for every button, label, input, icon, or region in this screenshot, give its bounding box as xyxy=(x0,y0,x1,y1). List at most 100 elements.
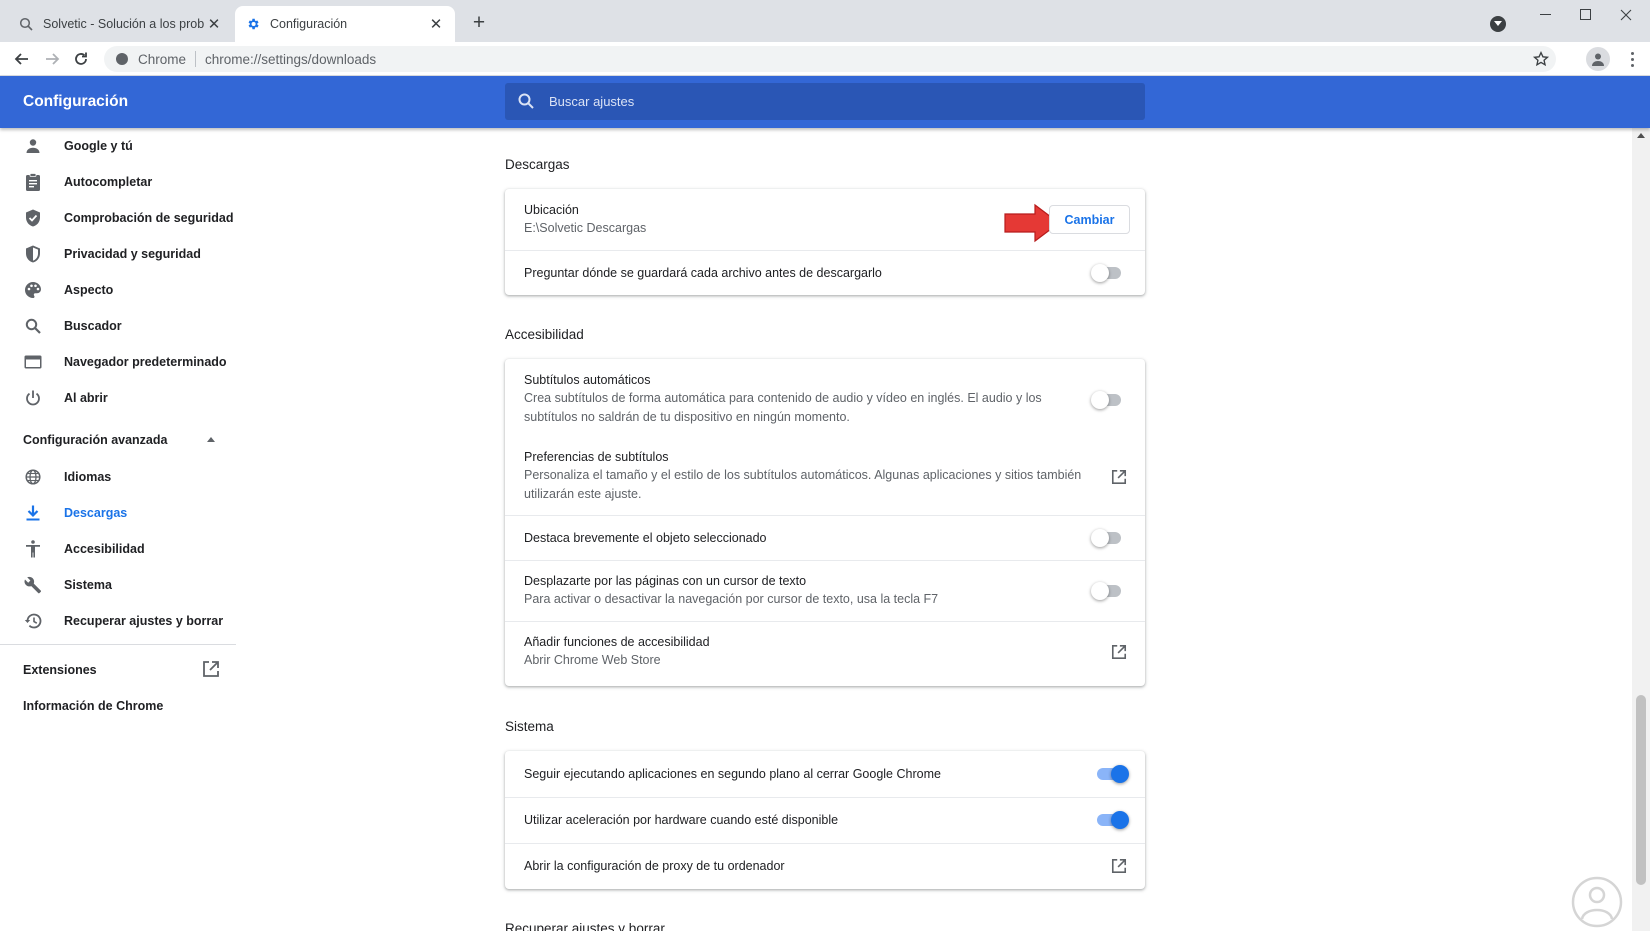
download-icon xyxy=(23,503,43,523)
sidebar-item-search-engine[interactable]: Buscador xyxy=(0,308,236,344)
ask-toggle[interactable] xyxy=(1091,264,1123,282)
scroll-up-arrow-icon[interactable] xyxy=(1637,133,1645,138)
shield-check-icon xyxy=(23,208,43,228)
sidebar-item-languages[interactable]: Idiomas xyxy=(0,459,236,495)
hw-accel-toggle[interactable] xyxy=(1097,811,1129,829)
sidebar-item-safety-check[interactable]: Comprobación de seguridad xyxy=(0,200,236,236)
tab-strip: Solvetic - Solución a los problem ✕ Conf… xyxy=(0,0,1650,42)
close-tab-icon[interactable]: ✕ xyxy=(427,15,445,33)
caption-prefs-label: Preferencias de subtítulos xyxy=(524,450,669,464)
shield-half-icon xyxy=(23,244,43,264)
sidebar-item-system[interactable]: Sistema xyxy=(0,567,236,603)
solvetic-logo-watermark xyxy=(1571,876,1623,928)
caret-desc: Para activar o desactivar la navegación … xyxy=(524,592,939,606)
tab-search-icon[interactable] xyxy=(1490,16,1506,32)
back-icon[interactable] xyxy=(8,46,34,72)
tab-title: Solvetic - Solución a los problem xyxy=(43,17,205,31)
add-accessibility-features-row[interactable]: Añadir funciones de accesibilidad Abrir … xyxy=(505,621,1145,686)
tab-configuracion[interactable]: Configuración ✕ xyxy=(235,6,455,42)
captions-toggle[interactable] xyxy=(1091,391,1123,409)
section-title-reset: Recuperar ajustes y borrar xyxy=(505,921,665,931)
maximize-icon[interactable] xyxy=(1566,4,1606,26)
add-features-desc: Abrir Chrome Web Store xyxy=(524,653,661,667)
profile-avatar-icon[interactable] xyxy=(1586,47,1610,71)
close-tab-icon[interactable]: ✕ xyxy=(205,15,223,33)
section-title-system: Sistema xyxy=(505,719,554,734)
caption-prefs-desc-2: utilizarán este ajuste. xyxy=(524,487,642,501)
wrench-icon xyxy=(23,575,43,595)
settings-header: Configuración xyxy=(0,76,1650,128)
caption-prefs-desc-1: Personaliza el tamaño y el estilo de los… xyxy=(524,468,1082,482)
sidebar-link-about[interactable]: Información de Chrome xyxy=(23,699,163,713)
address-bar[interactable]: Chrome chrome://settings/downloads xyxy=(104,46,1556,72)
search-icon xyxy=(517,92,537,112)
open-in-new-icon[interactable] xyxy=(1111,469,1129,487)
open-in-new-icon[interactable] xyxy=(1111,858,1129,876)
ask-where-to-save-row[interactable]: Preguntar dónde se guardará cada archivo… xyxy=(505,250,1145,295)
ask-label: Preguntar dónde se guardará cada archivo… xyxy=(524,266,882,280)
open-in-new-icon[interactable] xyxy=(202,660,220,678)
history-icon xyxy=(23,611,43,631)
sidebar-item-appearance[interactable]: Aspecto xyxy=(0,272,236,308)
add-features-label: Añadir funciones de accesibilidad xyxy=(524,635,710,649)
section-title-downloads: Descargas xyxy=(505,157,570,172)
focus-highlight-row[interactable]: Destaca brevemente el objeto seleccionad… xyxy=(505,515,1145,560)
browser-window-icon xyxy=(23,352,43,372)
captions-desc-2: subtítulos no saldrán de tu dispositivo … xyxy=(524,410,850,424)
url-text[interactable]: chrome://settings/downloads xyxy=(205,52,376,67)
chevron-up-icon[interactable] xyxy=(207,437,215,442)
search-favicon-icon xyxy=(18,16,34,32)
settings-search[interactable] xyxy=(505,83,1145,120)
search-input[interactable] xyxy=(549,94,1109,109)
new-tab-button[interactable]: + xyxy=(468,11,490,34)
globe-icon xyxy=(23,467,43,487)
proxy-label: Abrir la configuración de proxy de tu or… xyxy=(524,859,785,873)
accessibility-icon xyxy=(23,539,43,559)
proxy-settings-row[interactable]: Abrir la configuración de proxy de tu or… xyxy=(505,843,1145,889)
omnibox-divider xyxy=(195,51,197,67)
open-in-new-icon[interactable] xyxy=(1111,644,1129,662)
captions-desc-1: Crea subtítulos de forma automática para… xyxy=(524,391,1042,405)
sidebar-item-google[interactable]: Google y tú xyxy=(0,128,236,164)
reload-icon[interactable] xyxy=(68,46,94,72)
caption-preferences-row[interactable]: Preferencias de subtítulos Personaliza e… xyxy=(505,436,1145,515)
scrollbar-thumb[interactable] xyxy=(1636,695,1646,885)
sidebar-item-autofill[interactable]: Autocompletar xyxy=(0,164,236,200)
sidebar-divider xyxy=(0,644,236,645)
palette-icon xyxy=(23,280,43,300)
sidebar-item-accessibility[interactable]: Accesibilidad xyxy=(0,531,236,567)
background-toggle[interactable] xyxy=(1097,765,1129,783)
sidebar-item-default-browser[interactable]: Navegador predeterminado xyxy=(0,344,236,380)
close-window-icon[interactable] xyxy=(1606,4,1646,26)
browser-toolbar: Chrome chrome://settings/downloads xyxy=(0,42,1650,76)
sidebar-item-reset[interactable]: Recuperar ajustes y borrar xyxy=(0,603,236,639)
chrome-menu-icon[interactable] xyxy=(1622,47,1642,71)
captions-label: Subtítulos automáticos xyxy=(524,373,651,387)
highlight-toggle[interactable] xyxy=(1091,529,1123,547)
caret-browsing-row[interactable]: Desplazarte por las páginas con un curso… xyxy=(505,560,1145,621)
sidebar-item-downloads[interactable]: Descargas xyxy=(0,495,236,531)
minimize-icon[interactable] xyxy=(1526,4,1566,26)
change-location-button[interactable]: Cambiar xyxy=(1049,205,1130,234)
system-card: Seguir ejecutando aplicaciones en segund… xyxy=(505,751,1145,889)
downloads-card: Ubicación E:\Solvetic Descargas Cambiar … xyxy=(505,189,1145,295)
sidebar-link-extensions[interactable]: Extensiones xyxy=(23,663,97,677)
settings-sidebar: Google y tú Autocompletar Comprobación d… xyxy=(0,128,236,931)
page-title: Configuración xyxy=(23,93,129,110)
person-icon xyxy=(23,136,43,156)
caret-toggle[interactable] xyxy=(1091,582,1123,600)
tab-solvetic[interactable]: Solvetic - Solución a los problem ✕ xyxy=(8,6,233,42)
forward-icon[interactable] xyxy=(40,46,66,72)
sidebar-item-on-startup[interactable]: Al abrir xyxy=(0,380,236,416)
page-scrollbar[interactable] xyxy=(1632,128,1650,931)
live-captions-row[interactable]: Subtítulos automáticos Crea subtítulos d… xyxy=(505,359,1145,436)
background-apps-row[interactable]: Seguir ejecutando aplicaciones en segund… xyxy=(505,751,1145,797)
caret-label: Desplazarte por las páginas con un curso… xyxy=(524,574,807,588)
hardware-acceleration-row[interactable]: Utilizar aceleración por hardware cuando… xyxy=(505,797,1145,843)
sidebar-item-privacy[interactable]: Privacidad y seguridad xyxy=(0,236,236,272)
location-value: E:\Solvetic Descargas xyxy=(524,221,647,235)
bookmark-star-icon[interactable] xyxy=(1532,50,1550,68)
advanced-settings-toggle[interactable]: Configuración avanzada xyxy=(23,433,167,447)
gear-icon xyxy=(245,16,261,32)
accessibility-card: Subtítulos automáticos Crea subtítulos d… xyxy=(505,359,1145,686)
